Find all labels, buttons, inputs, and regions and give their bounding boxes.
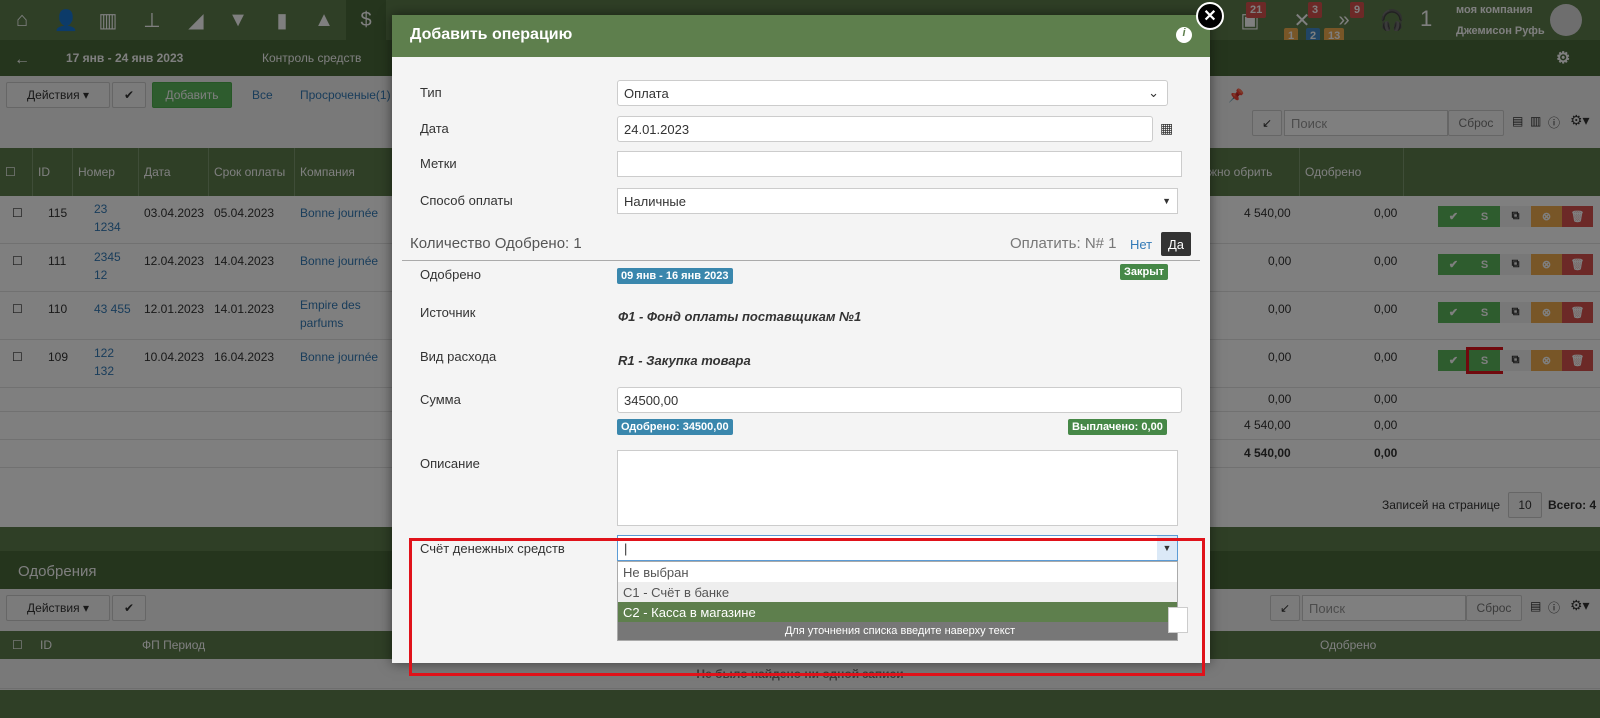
description-label: Описание <box>420 456 480 471</box>
closed-badge: Закрыт <box>1120 264 1169 280</box>
section-divider <box>402 260 1200 261</box>
description-textarea[interactable] <box>617 450 1178 526</box>
method-label: Способ оплаты <box>420 193 513 208</box>
type-select[interactable]: Оплата ⌄ <box>617 80 1168 106</box>
sum-label: Сумма <box>420 392 461 407</box>
approved-count: Количество Одобрено: 1 <box>410 235 582 252</box>
highlight-box <box>409 538 1205 676</box>
modal-title: Добавить операцию <box>410 26 573 43</box>
caret-down-icon: ▼ <box>1162 196 1171 206</box>
tags-label: Метки <box>420 156 457 171</box>
no-toggle[interactable]: Нет <box>1130 237 1152 252</box>
type-label: Тип <box>420 85 442 100</box>
source-label: Источник <box>420 305 476 320</box>
expense-value: R1 - Закупка товара <box>618 353 751 368</box>
method-select[interactable]: Наличные ▼ <box>617 188 1178 214</box>
modal-header: Добавить операцию i <box>392 15 1210 57</box>
period-badge: 09 янв - 16 янв 2023 <box>617 268 733 284</box>
tags-input[interactable] <box>617 151 1182 177</box>
approved-label: Одобрено <box>420 267 481 282</box>
sum-input[interactable]: 34500,00 <box>617 387 1182 413</box>
type-value: Оплата <box>624 85 669 101</box>
info-icon[interactable]: i <box>1176 27 1192 43</box>
approved-sum-badge: Одобрено: 34500,00 <box>617 419 733 435</box>
date-input[interactable]: 24.01.2023 <box>617 116 1153 142</box>
paid-sum-badge: Выплачено: 0,00 <box>1068 419 1167 435</box>
method-value: Наличные <box>624 193 686 209</box>
calendar-icon[interactable]: ▦ <box>1160 120 1173 137</box>
date-label: Дата <box>420 121 449 136</box>
close-icon[interactable]: ✕ <box>1196 2 1224 30</box>
expense-label: Вид расхода <box>420 349 497 364</box>
pay-number: Оплатить: N# 1 <box>1010 235 1117 252</box>
source-value: Ф1 - Фонд оплаты поставщикам №1 <box>618 309 862 324</box>
yes-toggle[interactable]: Да <box>1161 232 1191 256</box>
chevron-down-icon: ⌄ <box>1148 85 1159 100</box>
